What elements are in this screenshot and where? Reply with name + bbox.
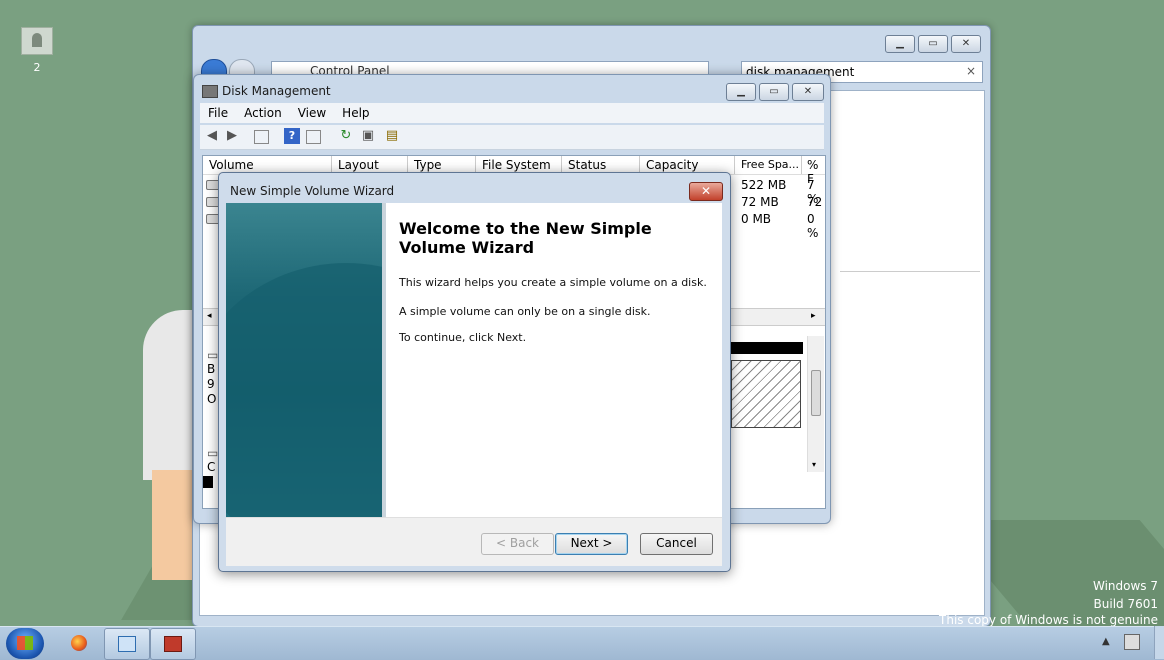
desktop-icon-label: 2 bbox=[33, 61, 41, 74]
row-percent-free: 0 % bbox=[807, 212, 819, 240]
close-icon[interactable]: ✕ bbox=[689, 182, 723, 201]
minimize-button[interactable]: ▁ bbox=[726, 83, 756, 101]
dm-caption-buttons: ▁ ▭ ✕ bbox=[726, 83, 824, 101]
close-button[interactable]: ✕ bbox=[792, 83, 824, 101]
unallocated-partition[interactable] bbox=[731, 360, 801, 428]
window-title: Disk Management bbox=[222, 84, 331, 98]
next-button[interactable]: Next > bbox=[555, 533, 628, 555]
menu-file[interactable]: File bbox=[200, 103, 236, 120]
wallpaper-arm bbox=[152, 470, 192, 580]
disk-management-icon bbox=[164, 636, 182, 652]
show-desktop-button[interactable] bbox=[1154, 626, 1164, 659]
menu-bar: File Action View Help bbox=[200, 103, 824, 123]
vertical-scrollbar[interactable]: ▾ bbox=[807, 336, 824, 472]
wizard-heading: Welcome to the New Simple Volume Wizard bbox=[399, 219, 652, 257]
disk-label-letter: B bbox=[207, 362, 216, 376]
cdrom-icon: ▭ bbox=[207, 446, 219, 460]
col-status[interactable]: Status bbox=[568, 158, 606, 172]
show-hidden-icons-icon[interactable]: ▲ bbox=[1102, 636, 1110, 647]
col-type[interactable]: Type bbox=[414, 158, 442, 172]
wizard-note: A simple volume can only be on a single … bbox=[399, 305, 651, 318]
action-pane-icon[interactable] bbox=[306, 130, 321, 144]
col-free-space[interactable]: Free Spa... bbox=[741, 158, 799, 171]
wizard-title: New Simple Volume Wizard bbox=[230, 184, 395, 198]
disk-label-letter: 9 bbox=[207, 377, 215, 391]
clear-search-icon[interactable]: × bbox=[966, 64, 976, 78]
disk-management-icon bbox=[202, 85, 218, 98]
close-button[interactable]: ✕ bbox=[951, 35, 981, 53]
properties-icon[interactable]: ▣ bbox=[360, 128, 376, 144]
unallocated-marker bbox=[203, 476, 213, 488]
partition-bar bbox=[731, 342, 803, 354]
wizard-banner bbox=[226, 203, 386, 517]
col-file-system[interactable]: File System bbox=[482, 158, 551, 172]
menu-view[interactable]: View bbox=[290, 103, 334, 120]
watermark-edition: Windows 7 bbox=[1092, 579, 1158, 593]
refresh-icon[interactable]: ↻ bbox=[338, 128, 354, 144]
wizard-description: This wizard helps you create a simple vo… bbox=[399, 276, 707, 289]
col-capacity[interactable]: Capacity bbox=[646, 158, 698, 172]
disk-label-letter: C bbox=[207, 460, 216, 474]
help-icon[interactable]: ? bbox=[284, 128, 300, 144]
disk-icon: ▭ bbox=[207, 348, 219, 362]
cancel-button[interactable]: Cancel bbox=[640, 533, 713, 555]
row-percent-free: 72 bbox=[807, 195, 823, 209]
taskbar-control-panel[interactable] bbox=[104, 628, 150, 660]
watermark-build: Build 7601 bbox=[1093, 597, 1158, 611]
firefox-icon bbox=[71, 635, 87, 651]
desktop-icon-user[interactable]: 2 bbox=[14, 27, 60, 75]
taskbar-firefox[interactable] bbox=[57, 628, 101, 658]
menu-help[interactable]: Help bbox=[334, 103, 377, 120]
row-free-space: 72 MB bbox=[741, 195, 779, 209]
user-icon bbox=[21, 27, 53, 55]
control-panel-caption-buttons: ▁ ▭ ✕ bbox=[885, 35, 981, 53]
control-panel-icon bbox=[118, 636, 136, 652]
back-button[interactable]: < Back bbox=[481, 533, 554, 555]
new-simple-volume-wizard: New Simple Volume Wizard ✕ Welcome to th… bbox=[218, 172, 731, 572]
scroll-thumb[interactable] bbox=[811, 370, 821, 416]
col-layout[interactable]: Layout bbox=[338, 158, 379, 172]
content-divider bbox=[840, 271, 980, 272]
wizard-instruction: To continue, click Next. bbox=[399, 331, 527, 344]
col-volume[interactable]: Volume bbox=[209, 158, 254, 172]
console-tree-icon[interactable] bbox=[254, 130, 269, 144]
row-free-space: 0 MB bbox=[741, 212, 772, 226]
wizard-footer: < Back Next > Cancel bbox=[226, 517, 722, 566]
scroll-right-icon[interactable]: ▸ bbox=[811, 311, 816, 321]
toolbar: ◀ ▶ ? ↻ ▣ ▤ bbox=[200, 125, 824, 150]
maximize-button[interactable]: ▭ bbox=[759, 83, 789, 101]
start-button[interactable] bbox=[6, 628, 44, 659]
arrow-right-icon[interactable]: ▶ bbox=[224, 128, 240, 144]
wizard-body: Welcome to the New Simple Volume Wizard … bbox=[226, 203, 722, 517]
watermark-genuine: This copy of Windows is not genuine bbox=[939, 613, 1158, 627]
arrow-left-icon[interactable]: ◀ bbox=[204, 128, 220, 144]
disk-icon[interactable]: ▤ bbox=[384, 128, 400, 144]
menu-action[interactable]: Action bbox=[236, 103, 290, 120]
scroll-down-icon[interactable]: ▾ bbox=[812, 460, 816, 469]
taskbar-disk-management[interactable] bbox=[150, 628, 196, 660]
scroll-left-icon[interactable]: ◂ bbox=[207, 311, 212, 321]
row-free-space: 522 MB bbox=[741, 178, 787, 192]
maximize-button[interactable]: ▭ bbox=[918, 35, 948, 53]
taskbar bbox=[0, 626, 1164, 660]
disk-label-letter: O bbox=[207, 392, 217, 406]
action-center-icon[interactable] bbox=[1124, 634, 1140, 650]
minimize-button[interactable]: ▁ bbox=[885, 35, 915, 53]
